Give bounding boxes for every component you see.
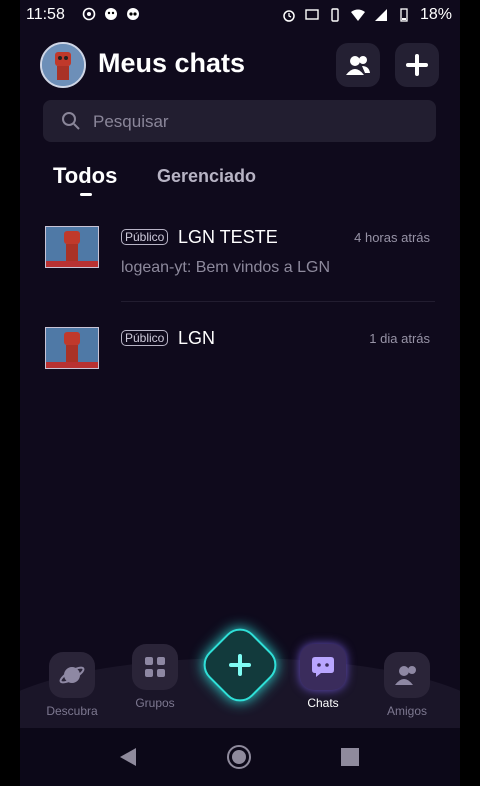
cast-icon: [305, 9, 319, 20]
chat-name: LGN: [178, 328, 216, 348]
back-icon[interactable]: [118, 746, 138, 768]
friends-icon: [346, 56, 370, 75]
system-navigation-bar: [20, 728, 460, 786]
plus-icon: [229, 654, 251, 676]
public-badge: Público: [121, 330, 169, 346]
home-icon[interactable]: [226, 744, 252, 770]
app-notification-icon-2: [127, 8, 139, 20]
nav-amigos[interactable]: Amigos: [367, 652, 447, 718]
robot-avatar-icon: [42, 44, 84, 86]
search-bar[interactable]: [43, 100, 436, 142]
nav-grupos[interactable]: Grupos: [115, 644, 195, 710]
planet-icon: [59, 666, 85, 684]
battery-icon: [400, 8, 408, 22]
tab-todos[interactable]: Todos: [53, 163, 117, 189]
friends-icon: [395, 666, 416, 685]
nav-label: Chats: [307, 696, 339, 710]
divider: [121, 301, 435, 302]
public-badge: Público: [121, 229, 169, 245]
robot-thumbnail-icon: [46, 227, 98, 267]
chat-item[interactable]: Público LGN 1 dia atrás: [20, 321, 460, 411]
tab-indicator: [80, 193, 92, 196]
friends-button[interactable]: [336, 43, 380, 87]
app-notification-icon: [105, 8, 117, 20]
battery-percent: 18%: [419, 6, 452, 23]
chat-name: LGN TESTE: [178, 227, 278, 247]
alarm-icon: [283, 10, 295, 22]
notification-icon: [82, 7, 96, 21]
chat-item[interactable]: Público LGN TESTE 4 horas atrás logean-y…: [20, 220, 460, 310]
nav-label: Grupos: [135, 696, 175, 710]
vibrate-icon: [331, 8, 339, 22]
profile-avatar[interactable]: [40, 42, 86, 88]
chat-thumbnail: [45, 327, 99, 369]
nav-descubra[interactable]: Descubra: [32, 652, 112, 718]
search-input[interactable]: [91, 108, 415, 136]
recents-icon[interactable]: [340, 747, 360, 767]
nav-label: Amigos: [386, 704, 427, 718]
signal-icon: [374, 9, 387, 21]
page-title: Meus chats: [98, 48, 246, 78]
chat-last-message: logean-yt: Bem vindos a LGN: [121, 259, 330, 276]
robot-thumbnail-icon: [46, 328, 98, 368]
app-screen: 11:58 18% Meus chats Pesquisar Todos Ger…: [20, 0, 460, 786]
wifi-icon: [350, 9, 365, 21]
status-bar: 11:58 18%: [20, 0, 460, 32]
tab-gerenciado[interactable]: Gerenciado: [157, 166, 256, 187]
status-time: 11:58: [26, 6, 65, 23]
chat-time: 4 horas atrás: [354, 230, 430, 245]
chat-thumbnail: [45, 226, 99, 268]
new-chat-button[interactable]: [395, 43, 439, 87]
nav-label: Descubra: [46, 704, 98, 718]
search-icon: [62, 112, 80, 130]
grid-icon: [145, 657, 165, 677]
nav-chats[interactable]: Chats: [283, 644, 363, 710]
chat-icon: [312, 657, 334, 677]
chat-time: 1 dia atrás: [369, 331, 430, 346]
plus-icon: [406, 54, 428, 76]
